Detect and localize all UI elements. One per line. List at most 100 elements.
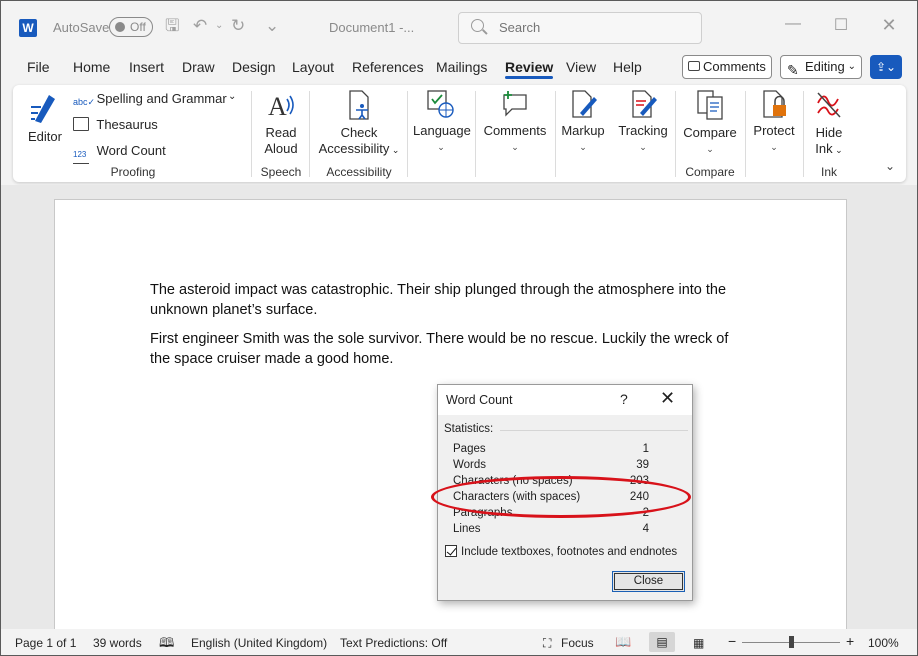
customize-toolbar-icon[interactable]: ⌄ [265,16,279,36]
close-button[interactable]: Close [612,571,685,592]
tab-help[interactable]: Help [613,59,642,75]
autosave-toggle[interactable]: Off [109,17,153,37]
tab-review[interactable]: Review [505,59,554,79]
hide-ink-label-1: Hide [815,125,843,140]
thesaurus-button[interactable]: Thesaurus [73,117,158,132]
ribbon-collapse-icon[interactable]: ⌄ [885,159,895,173]
focus-mode-button[interactable]: Focus [561,636,594,650]
help-icon[interactable]: ? [620,391,628,407]
zoom-out-button[interactable]: − [728,633,736,649]
web-layout-icon[interactable]: ▦ [693,636,704,650]
language-button[interactable]: Language ⌄ [413,89,471,155]
proofing-group-label: Proofing [110,165,156,179]
tab-layout[interactable]: Layout [292,59,334,75]
autosave-state: Off [130,20,146,34]
read-aloud-icon: A [268,92,294,121]
spelling-grammar-button[interactable]: abc✓ Spelling and Grammar ⌄ [73,91,236,111]
stat-value: 4 [642,523,649,535]
checkbox-checked-icon[interactable] [445,545,457,557]
tab-file[interactable]: File [27,59,50,75]
markup-label: Markup [561,123,605,138]
word-app-icon: W [19,19,37,37]
dialog-title: Word Count [446,393,513,407]
save-icon[interactable]: 🖫 [165,16,179,36]
document-name[interactable]: Document1 -... [329,20,414,35]
protect-button[interactable]: Protect ⌄ [751,89,797,155]
search-box[interactable] [458,12,702,44]
page-indicator[interactable]: Page 1 of 1 [15,636,76,650]
compare-icon [697,90,723,120]
compare-button[interactable]: Compare ⌄ [681,89,739,157]
chevron-down-icon[interactable]: ⌄ [228,91,236,102]
focus-icon[interactable]: ⛶ [543,636,551,651]
zoom-slider-thumb[interactable] [789,636,794,648]
tab-design[interactable]: Design [232,59,276,75]
editor-icon [31,95,55,123]
language-label: Language [413,123,471,138]
undo-icon[interactable]: ↶ [193,16,207,36]
ribbon-divider [803,91,804,177]
tab-references[interactable]: References [352,59,424,75]
maximize-button[interactable]: ☐ [821,15,861,35]
language-indicator[interactable]: English (United Kingdom) [191,636,327,650]
tab-draw[interactable]: Draw [182,59,215,75]
word-count-icon: 123 [73,150,89,164]
text-predictions-indicator[interactable]: Text Predictions: Off [340,636,447,650]
tab-insert[interactable]: Insert [129,59,164,75]
chevron-down-icon: ⌄ [706,144,714,154]
chevron-down-icon: ⌄ [579,142,587,152]
print-layout-icon[interactable]: ▤ [649,632,675,652]
zoom-level[interactable]: 100% [868,636,899,650]
word-count-indicator[interactable]: 39 words [93,636,142,650]
tracking-button[interactable]: Tracking ⌄ [615,89,671,155]
redo-icon[interactable]: ↻ [231,16,245,36]
ribbon-divider [309,91,310,177]
tab-home[interactable]: Home [73,59,110,75]
comments-ribbon-button[interactable]: Comments ⌄ [481,89,549,155]
check-accessibility-label-2: Accessibility [318,141,390,156]
share-button[interactable]: ⇪⌄ [870,55,902,79]
spelling-label: Spelling and Grammar [96,91,227,106]
read-mode-icon[interactable]: 📖 [615,634,631,650]
hide-ink-icon [817,92,841,118]
close-icon[interactable]: ✕ [660,388,675,409]
chevron-down-icon: ⌄ [847,61,856,72]
minimize-button[interactable]: — [773,15,813,33]
read-aloud-button[interactable]: A Read Aloud [259,89,303,157]
stat-row: Lines 4 [453,523,649,535]
dialog-title-bar: Word Count ? ✕ [438,385,692,415]
stat-label: Words [453,459,487,471]
tracking-icon [632,90,657,118]
svg-text:A: A [268,92,287,121]
editing-button-label: Editing [805,59,845,74]
zoom-in-button[interactable]: + [846,633,854,649]
tab-view[interactable]: View [566,59,596,75]
undo-dropdown-icon[interactable]: ⌄ [215,16,223,36]
check-accessibility-button[interactable]: Check Accessibility ⌄ [317,89,401,158]
tab-mailings[interactable]: Mailings [436,59,487,75]
stat-value: 1 [642,443,649,455]
comment-icon [688,61,700,71]
search-input[interactable] [499,20,689,35]
stat-label: Lines [453,523,481,535]
ribbon-divider [555,91,556,177]
ribbon-divider [407,91,408,177]
document-paragraph[interactable]: The asteroid impact was catastrophic. Th… [150,280,750,320]
hide-ink-button[interactable]: Hide Ink ⌄ [809,89,849,158]
word-count-label: Word Count [96,143,166,158]
stat-row: Words 39 [453,459,649,471]
editing-mode-button[interactable]: ✎ Editing ⌄ [780,55,862,79]
status-bar: Page 1 of 1 39 words 🕮 English (United K… [1,629,917,655]
statistics-heading: Statistics: [444,423,494,435]
close-window-button[interactable]: ✕ [869,15,909,36]
markup-icon [572,90,597,118]
editor-button[interactable]: Editor [27,91,63,145]
document-paragraph[interactable]: First engineer Smith was the sole surviv… [150,329,750,369]
comments-button[interactable]: Comments [682,55,772,79]
chevron-down-icon: ⌄ [770,142,778,152]
proofing-book-icon[interactable]: 🕮 [159,634,174,656]
markup-button[interactable]: Markup ⌄ [559,89,607,155]
word-count-button[interactable]: 123 Word Count [73,143,166,164]
include-textboxes-checkbox[interactable]: Include textboxes, footnotes and endnote… [445,545,677,558]
toggle-knob [115,22,125,32]
